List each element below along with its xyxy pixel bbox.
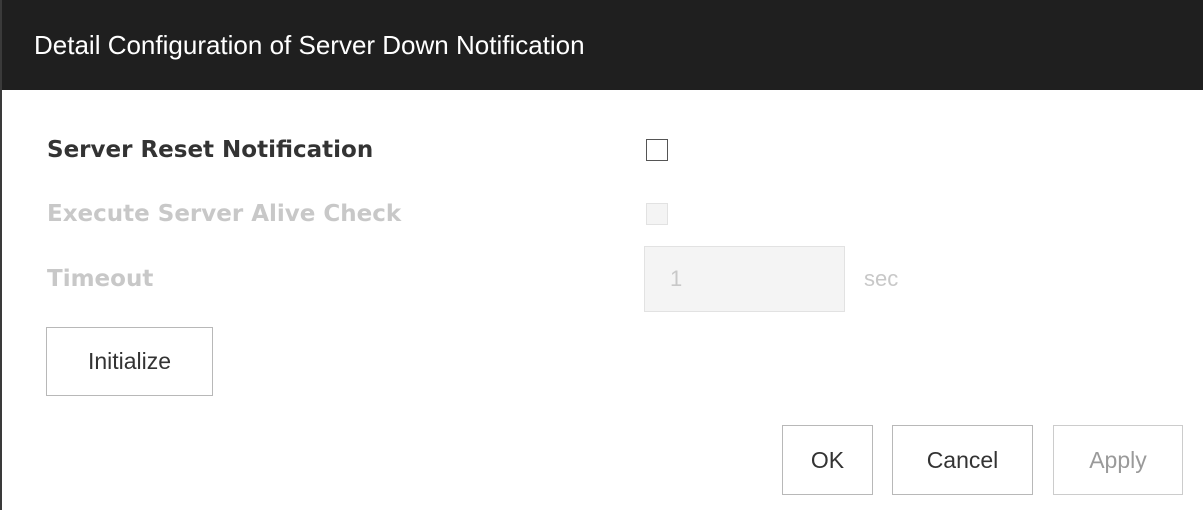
timeout-input[interactable] [644,246,845,312]
ok-button[interactable]: OK [782,425,873,495]
server-reset-notification-label: Server Reset Notification [47,137,374,163]
timeout-unit-label: sec [864,266,899,291]
server-reset-notification-checkbox[interactable] [646,139,668,161]
cancel-button[interactable]: Cancel [892,425,1033,495]
detail-configuration-dialog: Detail Configuration of Server Down Noti… [0,0,1203,510]
dialog-title: Detail Configuration of Server Down Noti… [2,0,1203,90]
apply-button[interactable]: Apply [1053,425,1183,495]
timeout-label: Timeout [47,266,154,292]
execute-server-alive-check-checkbox[interactable] [646,203,668,225]
initialize-button[interactable]: Initialize [46,327,213,396]
execute-server-alive-check-label: Execute Server Alive Check [47,201,402,227]
